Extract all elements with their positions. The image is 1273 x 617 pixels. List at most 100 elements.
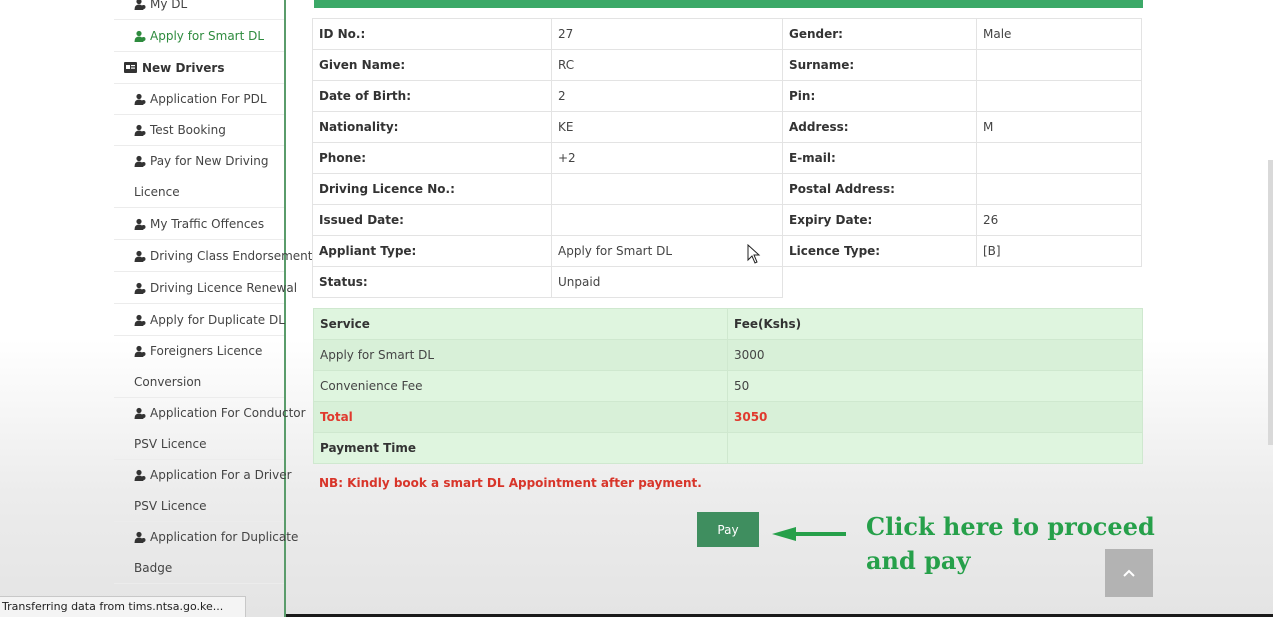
detail-value: M [976, 111, 1142, 143]
sidebar-item-label: Driving Class Endorsement [150, 248, 313, 263]
detail-value: RC [551, 49, 783, 81]
sidebar-item-apply-smart-dl[interactable]: Apply for Smart DL [114, 20, 284, 52]
sidebar-item-label: Pay for New Driving [150, 154, 269, 168]
sidebar-item-label: My Traffic Offences [150, 216, 265, 231]
applicant-details-table: ID No.: 27 Gender: Male Given Name: RC S… [312, 18, 1142, 298]
fee-amount: 50 [727, 370, 1143, 402]
table-row: Phone: +2 E-mail: [312, 142, 1142, 174]
table-row: Appliant Type: Apply for Smart DL Licenc… [312, 235, 1142, 267]
appointment-note: NB: Kindly book a smart DL Appointment a… [319, 476, 702, 490]
empty-cell [977, 267, 1142, 298]
detail-label: ID No.: [312, 18, 552, 50]
detail-value: 2 [551, 80, 783, 112]
sidebar: My DL Apply for Smart DL New Drivers App… [114, 0, 312, 617]
detail-value [976, 142, 1142, 174]
browser-status-bar: Transferring data from tims.ntsa.go.ke..… [0, 596, 246, 617]
detail-value: +2 [551, 142, 783, 174]
table-row: Payment Time [313, 432, 1143, 464]
fees-table: Service Fee(Kshs) Apply for Smart DL 300… [313, 308, 1143, 464]
sidebar-item-my-dl[interactable]: My DL [114, 0, 284, 20]
sidebar-item-class-endorsement[interactable]: Driving Class Endorsement [114, 240, 312, 272]
detail-value: Unpaid [551, 266, 783, 298]
sidebar-item-label: Apply for Smart DL [150, 28, 265, 43]
column-header: Fee(Kshs) [727, 308, 1143, 340]
fee-service: Convenience Fee [313, 370, 728, 402]
user-icon [134, 345, 146, 357]
table-row: Driving Licence No.: Postal Address: [312, 173, 1142, 205]
sidebar-item-label: Application For a Driver [150, 468, 292, 482]
table-row: Convenience Fee 50 [313, 370, 1143, 402]
pay-button[interactable]: Pay [697, 512, 759, 547]
sidebar-item-traffic-offences[interactable]: My Traffic Offences [114, 208, 284, 240]
sidebar-item-driver-psv[interactable]: Application For a Driver PSV Licence [114, 460, 292, 522]
payment-time-label: Payment Time [313, 432, 728, 464]
table-row: Service Fee(Kshs) [313, 308, 1143, 340]
sidebar-section-new-drivers[interactable]: New Drivers [114, 52, 284, 84]
detail-label: Status: [312, 266, 552, 298]
user-icon [134, 93, 146, 105]
detail-label: Date of Birth: [312, 80, 552, 112]
sidebar-item-label: Application for Duplicate [150, 530, 299, 544]
sidebar-item-duplicate-badge[interactable]: Application for Duplicate Badge [114, 522, 298, 584]
detail-label: Given Name: [312, 49, 552, 81]
sidebar-item-label: Apply for Duplicate DL [150, 312, 285, 327]
user-icon [134, 407, 146, 419]
column-header: Service [313, 308, 728, 340]
user-icon [134, 314, 146, 326]
detail-label: Pin: [782, 80, 977, 112]
sidebar-item-conductor-psv[interactable]: Application For Conductor PSV Licence [114, 398, 306, 460]
detail-value [551, 204, 783, 236]
detail-label: Issued Date: [312, 204, 552, 236]
detail-label: Nationality: [312, 111, 552, 143]
user-icon [134, 469, 146, 481]
detail-label: Appliant Type: [312, 235, 552, 267]
detail-value: 27 [551, 18, 783, 50]
detail-value: KE [551, 111, 783, 143]
user-icon [134, 30, 146, 42]
table-row: Given Name: RC Surname: [312, 49, 1142, 81]
detail-value [976, 173, 1142, 205]
user-icon [134, 250, 146, 262]
scroll-to-top-button[interactable] [1105, 549, 1153, 597]
sidebar-item-licence-renewal[interactable]: Driving Licence Renewal [114, 272, 297, 304]
instruction-annotation: Click here to proceed and pay [866, 512, 1155, 575]
detail-label: Surname: [782, 49, 977, 81]
sidebar-item-label: Driving Licence Renewal [150, 280, 298, 295]
sidebar-item-label-cont: PSV Licence [134, 437, 207, 451]
table-row: Total 3050 [313, 401, 1143, 433]
user-icon [134, 218, 146, 230]
sidebar-item-test-booking[interactable]: Test Booking [114, 114, 284, 146]
detail-value [976, 80, 1142, 112]
user-icon [134, 124, 146, 136]
sidebar-item-label: Foreigners Licence [150, 344, 263, 358]
table-row: Status: Unpaid [312, 266, 1142, 298]
detail-label: E-mail: [782, 142, 977, 174]
mouse-cursor-icon [747, 244, 761, 264]
arrow-left-icon [772, 527, 846, 541]
fee-amount: 3000 [727, 339, 1143, 371]
sidebar-item-application-pdl[interactable]: Application For PDL [114, 83, 284, 115]
table-row: Date of Birth: 2 Pin: [312, 80, 1142, 112]
table-row: Apply for Smart DL 3000 [313, 339, 1143, 371]
detail-value [551, 173, 783, 205]
user-icon [134, 155, 146, 167]
chevron-up-icon [1123, 569, 1135, 577]
detail-value: 26 [976, 204, 1142, 236]
detail-label: Gender: [782, 18, 977, 50]
detail-label: Phone: [312, 142, 552, 174]
table-row: Nationality: KE Address: M [312, 111, 1142, 143]
detail-label: Licence Type: [782, 235, 977, 267]
sidebar-item-label-cont: PSV Licence [134, 499, 207, 513]
sidebar-item-label: My DL [150, 0, 188, 11]
sidebar-item-duplicate-dl[interactable]: Apply for Duplicate DL [114, 304, 285, 336]
page-scrollbar[interactable] [1268, 160, 1273, 445]
sidebar-item-foreigners-licence[interactable]: Foreigners Licence Conversion [114, 336, 284, 398]
detail-value: Male [976, 18, 1142, 50]
sidebar-item-label: Application For Conductor [150, 406, 306, 420]
sidebar-item-label-cont: Badge [134, 561, 173, 575]
sidebar-section-label: New Drivers [142, 60, 225, 75]
user-icon [134, 531, 146, 543]
table-row: Issued Date: Expiry Date: 26 [312, 204, 1142, 236]
table-row: ID No.: 27 Gender: Male [312, 18, 1142, 50]
sidebar-item-pay-new-driving-licence[interactable]: Pay for New Driving Licence [114, 146, 284, 208]
